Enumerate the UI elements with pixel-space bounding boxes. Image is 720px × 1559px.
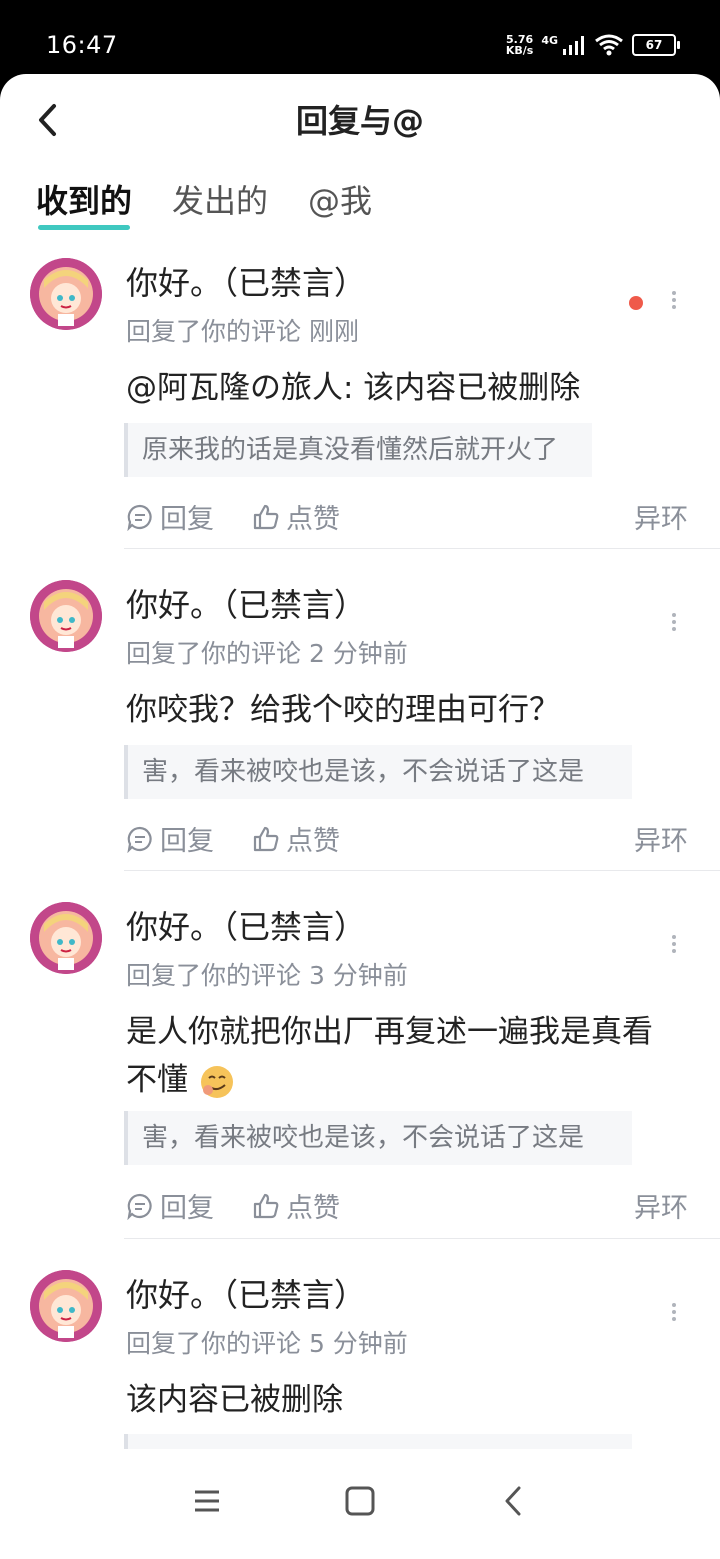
- comment-icon: [127, 1193, 152, 1220]
- reply-button[interactable]: 回复: [126, 819, 214, 858]
- divider: [124, 870, 720, 871]
- system-nav-bar: [0, 1449, 720, 1559]
- reply-label: 回复: [160, 1193, 214, 1224]
- net-speed: 5.76 KB/s: [506, 34, 533, 56]
- more-options-icon[interactable]: [664, 932, 684, 962]
- tab-mentions[interactable]: @我: [308, 176, 372, 226]
- reply-button[interactable]: 回复: [126, 1186, 214, 1225]
- reply-content: @阿瓦隆の旅人: 该内容已被删除: [126, 370, 581, 406]
- unread-dot: [629, 296, 643, 310]
- net-speed-unit: KB/s: [505, 44, 534, 57]
- tab-sent[interactable]: 发出的: [172, 176, 268, 226]
- tab-bar: 收到的 发出的 @我: [36, 176, 372, 230]
- like-button[interactable]: 点赞: [252, 1186, 340, 1225]
- quoted-comment[interactable]: 害，看来被咬也是该，不会说话了这是: [124, 745, 632, 799]
- reply-content: 是人你就把你出厂再复述一遍我是真看不懂: [126, 1008, 682, 1104]
- battery-icon: 67: [632, 34, 680, 56]
- source-label[interactable]: 异环: [634, 1186, 688, 1225]
- comment-icon: [127, 504, 152, 531]
- tab-received[interactable]: 收到的: [36, 176, 132, 230]
- page-title: 回复与@: [295, 102, 424, 140]
- source-label[interactable]: 异环: [634, 497, 688, 536]
- action-bar: 回复 点赞 异环: [126, 497, 696, 537]
- reply-content: 该内容已被删除: [126, 1382, 343, 1418]
- username[interactable]: 你好。（已禁言）: [126, 902, 366, 948]
- avatar-image: [30, 902, 102, 974]
- username[interactable]: 你好。（已禁言）: [126, 1270, 366, 1316]
- reply-meta: 回复了你的评论 刚刚: [126, 317, 359, 346]
- reply-label: 回复: [160, 826, 214, 857]
- avatar[interactable]: [30, 258, 102, 330]
- source-label[interactable]: 异环: [634, 819, 688, 858]
- divider: [124, 1238, 720, 1239]
- comment-icon: [127, 826, 152, 853]
- like-button[interactable]: 点赞: [252, 819, 340, 858]
- like-label: 点赞: [286, 826, 340, 857]
- thumbs-up-icon: [253, 826, 279, 851]
- menu-icon[interactable]: [185, 1479, 229, 1523]
- quoted-comment[interactable]: 原来我的话是真没看懂然后就开火了: [124, 423, 592, 477]
- more-options-icon[interactable]: [664, 610, 684, 640]
- reply-meta: 回复了你的评论 2 分钟前: [126, 639, 408, 668]
- username[interactable]: 你好。（已禁言）: [126, 580, 366, 626]
- like-button[interactable]: 点赞: [252, 497, 340, 536]
- avatar-image: [30, 580, 102, 652]
- thumbs-up-icon: [253, 1193, 279, 1218]
- action-bar: 回复 点赞 异环: [126, 819, 696, 859]
- quoted-comment[interactable]: 害，看来被咬也是该，不会说话了这是: [124, 1111, 632, 1165]
- action-bar: 回复 点赞 异环: [126, 1186, 696, 1226]
- status-time: 16:47: [46, 31, 118, 59]
- more-options-icon[interactable]: [664, 288, 684, 318]
- smirk-emoji-icon: [200, 1065, 233, 1098]
- status-icons: 5.76 KB/s 4G 67: [506, 33, 680, 56]
- wifi-icon: [595, 34, 623, 56]
- avatar-image: [30, 258, 102, 330]
- divider: [124, 548, 720, 549]
- top-bar: 回复与@: [0, 74, 720, 164]
- page: 回复与@ 收到的 发出的 @我 你好。（已禁言） 回复了你的评论 刚刚 @阿瓦隆…: [0, 74, 720, 1559]
- more-options-icon[interactable]: [664, 1300, 684, 1330]
- list-item[interactable]: 你好。（已禁言） 回复了你的评论 刚刚 @阿瓦隆の旅人: 该内容已被删除 原来我…: [0, 242, 720, 564]
- avatar[interactable]: [30, 902, 102, 974]
- like-label: 点赞: [286, 1193, 340, 1224]
- reply-button[interactable]: 回复: [126, 497, 214, 536]
- signal-icon: [563, 36, 584, 55]
- network-type: 4G: [541, 33, 558, 47]
- list-item[interactable]: 你好。（已禁言） 回复了你的评论 3 分钟前 是人你就把你出厂再复述一遍我是真看…: [0, 886, 720, 1254]
- like-label: 点赞: [286, 504, 340, 535]
- list-item[interactable]: 你好。（已禁言） 回复了你的评论 2 分钟前 你咬我？给我个咬的理由可行？ 害，…: [0, 564, 720, 886]
- avatar[interactable]: [30, 1270, 102, 1342]
- reply-content: 你咬我？给我个咬的理由可行？: [126, 692, 560, 728]
- username[interactable]: 你好。（已禁言）: [126, 258, 366, 304]
- thumbs-up-icon: [253, 504, 279, 529]
- avatar[interactable]: [30, 580, 102, 652]
- reply-label: 回复: [160, 504, 214, 535]
- avatar-image: [30, 1270, 102, 1342]
- home-square-icon[interactable]: [338, 1479, 382, 1523]
- reply-meta: 回复了你的评论 3 分钟前: [126, 961, 408, 990]
- nav-back-icon[interactable]: [492, 1479, 536, 1523]
- reply-meta: 回复了你的评论 5 分钟前: [126, 1329, 408, 1358]
